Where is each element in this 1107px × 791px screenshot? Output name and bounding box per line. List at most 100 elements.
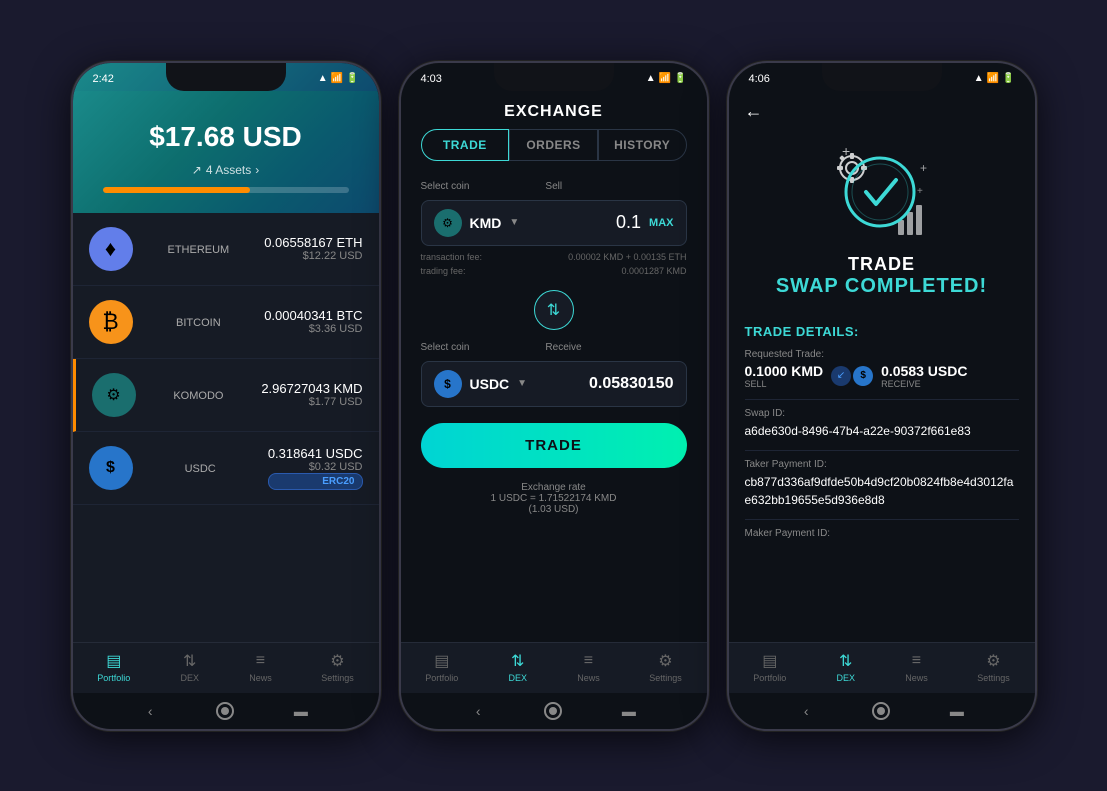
nav-item-settings[interactable]: ⚙ Settings [977,651,1010,683]
coin-balance: 0.00040341 BTC $3.36 USD [264,308,362,335]
nav-item-portfolio[interactable]: ▤ Portfolio [97,651,130,683]
coin-info: ETHEREUM [145,242,253,256]
nav-item-dex[interactable]: ⇅ DEX [836,651,856,683]
swap-id-label: Swap ID: [745,408,1019,419]
nav-label: DEX [180,673,199,683]
list-item[interactable]: ₿ BITCOIN 0.00040341 BTC $3.36 USD [73,286,379,359]
nav-label: News [577,673,600,683]
nav-item-news[interactable]: ≡ News [249,651,272,683]
receive-value: 0.05830150 [589,375,674,393]
coin-info: KOMODO [148,388,250,402]
nav-item-settings[interactable]: ⚙ Settings [649,651,682,683]
receive-section: Select coin Receive $ USDC ▼ 0.05830150 [421,342,687,407]
usdc-selector-name: USDC [470,376,510,392]
list-item[interactable]: ⚙ KOMODO 2.96727043 KMD $1.77 USD [73,359,379,432]
maker-payment-row: Maker Payment ID: [745,528,1019,539]
tab-trade[interactable]: TRADE [421,129,510,161]
exchange-content: EXCHANGE TRADE ORDERS HISTORY Select coi… [401,91,707,642]
sell-value[interactable]: 0.1 [616,212,641,233]
coin-amount: 0.06558167 ETH [264,235,362,250]
select-coin-label: Select coin [421,181,470,192]
status-icons: ▲ 📶 🔋 [646,73,687,84]
phone-portfolio: 2:42 ▲ 📶 🔋 $17.68 USD ↗ 4 Assets › ♦ [71,61,381,731]
recents-button[interactable]: ▬ [291,701,311,721]
phone-trade-details: 4:06 ▲ 📶 🔋 ← [727,61,1037,731]
chevron-right-icon: › [255,163,259,177]
swap-center: ⇅ [421,286,687,334]
home-button[interactable] [215,701,235,721]
trade-button[interactable]: TRADE [421,423,687,468]
nav-item-news[interactable]: ≡ News [905,651,928,683]
dropdown-arrow-receive: ▼ [517,378,527,389]
tab-history[interactable]: HISTORY [598,129,687,161]
kmd-selector-name: KMD [470,215,502,231]
dex-icon: ⇅ [508,651,528,671]
swap-arrow-left: ↙ [831,366,851,386]
assets-link[interactable]: ↗ 4 Assets › [192,163,259,177]
status-time: 4:03 [421,73,442,85]
coin-balance: 0.06558167 ETH $12.22 USD [264,235,362,262]
portfolio-amount: $17.68 USD [93,121,359,153]
settings-icon: ⚙ [655,651,675,671]
android-nav: ‹ ▬ [73,693,379,729]
coin-name: USDC [185,463,216,475]
coin-name: ETHEREUM [167,244,229,256]
nav-label: DEX [508,673,527,683]
phone-screen: 4:06 ▲ 📶 🔋 ← [729,63,1035,729]
bottom-nav: ▤ Portfolio ⇅ DEX ≡ News ⚙ Settings [73,642,379,693]
nav-label: Portfolio [425,673,458,683]
wifi-icon: 📶 [331,73,343,84]
trade-details-section: TRADE DETAILS: Requested Trade: 0.1000 K… [729,314,1035,642]
success-graphic: + + + [822,142,942,242]
coin-name: KOMODO [173,390,223,402]
back-button[interactable]: ‹ [468,701,488,721]
nav-item-news[interactable]: ≡ News [577,651,600,683]
exchange-rate-usd: (1.03 USD) [421,504,687,515]
status-icons: ▲ 📶 🔋 [974,73,1015,84]
receive-amount-box: 0.0583 USDC RECEIVE [881,363,967,389]
nav-label: Settings [321,673,354,683]
swap-id-row: Swap ID: a6de630d-8496-47b4-a22e-90372f6… [745,408,1019,440]
phone-exchange: 4:03 ▲ 📶 🔋 EXCHANGE TRADE ORDERS HISTORY… [399,61,709,731]
exchange-body: Select coin Sell ⚙ KMD ▼ 0.1 MAX transac… [401,173,707,642]
progress-fill [103,187,251,193]
signal-icon: ▲ [318,73,328,84]
android-nav: ‹ ▬ [401,693,707,729]
swap-direction-button[interactable]: ⇅ [534,290,574,330]
separator [745,450,1019,451]
nav-item-dex[interactable]: ⇅ DEX [180,651,200,683]
phone-screen: 2:42 ▲ 📶 🔋 $17.68 USD ↗ 4 Assets › ♦ [73,63,379,729]
list-item[interactable]: ♦ ETHEREUM 0.06558167 ETH $12.22 USD [73,213,379,286]
nav-label: Portfolio [97,673,130,683]
recents-button[interactable]: ▬ [619,701,639,721]
signal-icon: ▲ [646,73,656,84]
back-button[interactable]: ← [745,101,763,122]
nav-item-dex[interactable]: ⇅ DEX [508,651,528,683]
list-item[interactable]: $ USDC 0.318641 USDC $0.32 USD ERC20 [73,432,379,505]
receive-label: Receive [545,342,581,353]
nav-item-settings[interactable]: ⚙ Settings [321,651,354,683]
nav-item-portfolio[interactable]: ▤ Portfolio [753,651,786,683]
sell-section: Select coin Sell ⚙ KMD ▼ 0.1 MAX transac… [421,181,687,278]
back-button[interactable]: ‹ [140,701,160,721]
coin-list: ♦ ETHEREUM 0.06558167 ETH $12.22 USD ₿ B… [73,213,379,642]
progress-bar [103,187,349,193]
back-button[interactable]: ‹ [796,701,816,721]
news-icon: ≡ [250,651,270,671]
nav-label: Settings [649,673,682,683]
home-button[interactable] [543,701,563,721]
trade-amounts: 0.1000 KMD Sell ↙ $ 0.0583 USDC RECEIVE [745,363,1019,389]
exchange-rate-value: 1 USDC = 1.71522174 KMD [421,493,687,504]
kmd-selector[interactable]: ⚙ KMD ▼ 0.1 MAX [421,200,687,246]
nav-label: News [249,673,272,683]
sell-input-container: 0.1 MAX [527,212,673,233]
nav-item-portfolio[interactable]: ▤ Portfolio [425,651,458,683]
coin-info: BITCOIN [145,315,253,329]
home-button[interactable] [871,701,891,721]
max-button[interactable]: MAX [649,217,673,229]
tab-orders[interactable]: ORDERS [509,129,598,161]
recents-button[interactable]: ▬ [947,701,967,721]
trend-icon: ↗ [192,163,202,177]
receive-input-container: 0.05830150 [535,375,673,393]
usdc-selector[interactable]: $ USDC ▼ 0.05830150 [421,361,687,407]
